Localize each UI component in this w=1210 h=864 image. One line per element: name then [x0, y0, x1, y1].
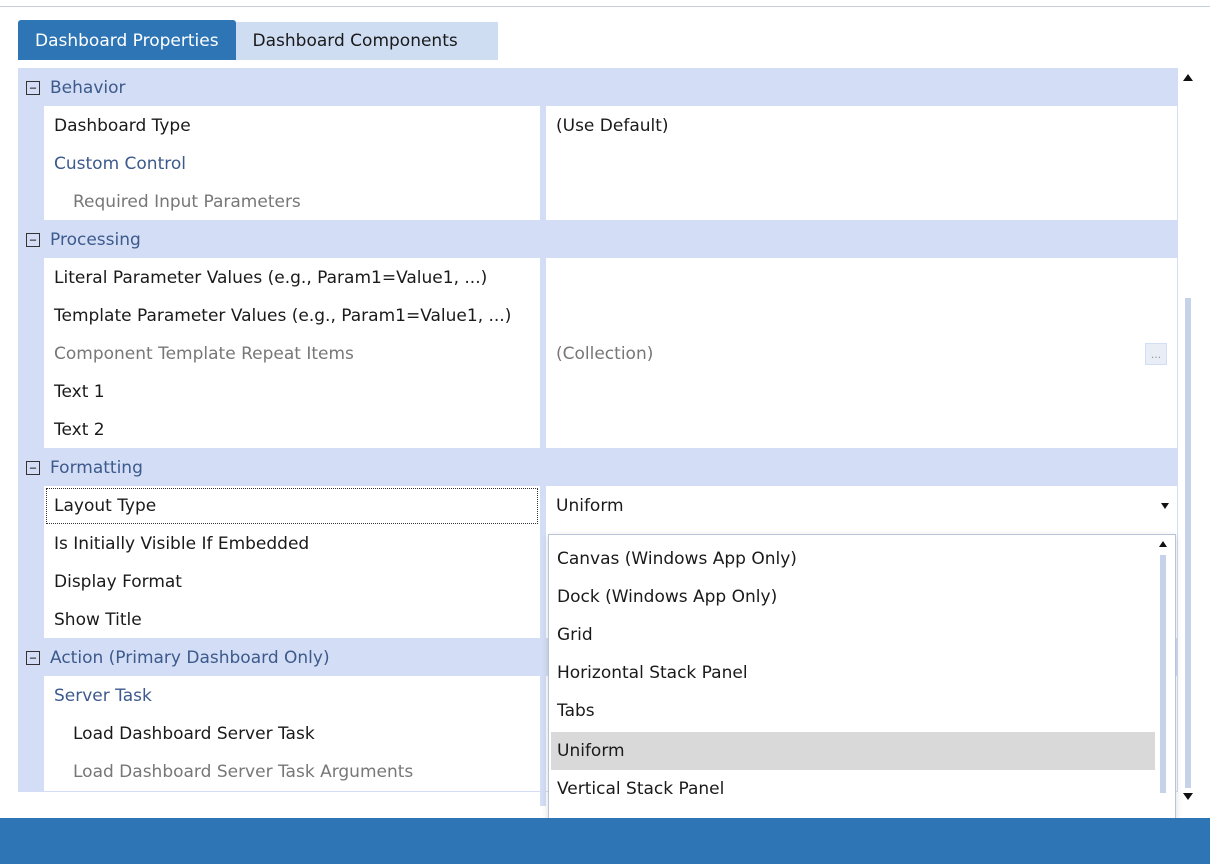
property-value-literal-parameter-values[interactable]: [546, 258, 1178, 298]
collapse-toggle-icon[interactable]: −: [26, 233, 40, 247]
category-processing[interactable]: − Processing: [18, 220, 1178, 260]
dropdown-arrow-icon[interactable]: [1161, 503, 1169, 509]
category-label: Action (Primary Dashboard Only): [50, 648, 330, 668]
column-splitter[interactable]: [540, 68, 546, 806]
category-formatting[interactable]: − Formatting: [18, 448, 1178, 488]
property-row-required-input-parameters[interactable]: Required Input Parameters: [18, 182, 1178, 222]
collapse-toggle-icon[interactable]: −: [26, 651, 40, 665]
collapse-toggle-icon[interactable]: −: [26, 461, 40, 475]
property-label: Template Parameter Values (e.g., Param1=…: [44, 296, 540, 336]
category-label: Formatting: [50, 458, 143, 478]
dropdown-scroll-up-icon[interactable]: [1159, 541, 1167, 547]
category-behavior[interactable]: − Behavior: [18, 68, 1178, 108]
subcategory-label: Custom Control: [44, 144, 540, 184]
dropdown-scrollbar-thumb[interactable]: [1160, 555, 1166, 793]
property-row-text-1[interactable]: Text 1: [18, 372, 1178, 412]
property-value-template-parameter-values[interactable]: [546, 296, 1178, 336]
property-row-dashboard-type[interactable]: Dashboard Type (Use Default): [18, 106, 1178, 146]
property-value-text-2[interactable]: [546, 410, 1178, 450]
dropdown-option[interactable]: Grid: [551, 616, 1155, 654]
footer-bar: [0, 818, 1210, 864]
top-divider: [0, 6, 1210, 7]
dropdown-option[interactable]: Dock (Windows App Only): [551, 578, 1155, 616]
dropdown-option[interactable]: Tabs: [551, 692, 1155, 730]
tab-strip: Dashboard Properties Dashboard Component…: [18, 20, 498, 60]
layout-type-value: Uniform: [556, 495, 624, 516]
tab-dashboard-properties[interactable]: Dashboard Properties: [18, 20, 236, 60]
property-row-custom-control[interactable]: Custom Control: [18, 144, 1178, 184]
property-value-custom-control[interactable]: [546, 144, 1178, 184]
property-label: Load Dashboard Server Task Arguments: [44, 752, 540, 792]
dropdown-option[interactable]: Vertical Stack Panel: [551, 770, 1155, 808]
dropdown-option[interactable]: Canvas (Windows App Only): [551, 540, 1155, 578]
property-label: Dashboard Type: [44, 106, 540, 146]
property-label: Required Input Parameters: [44, 182, 540, 222]
property-label: Layout Type: [44, 486, 540, 526]
property-label: Show Title: [44, 600, 540, 640]
property-label: Literal Parameter Values (e.g., Param1=V…: [44, 258, 540, 298]
property-label: Is Initially Visible If Embedded: [44, 524, 540, 564]
property-value-required-input-parameters[interactable]: [546, 182, 1178, 222]
scroll-down-arrow-icon[interactable]: [1183, 793, 1193, 800]
property-row-component-template-repeat-items[interactable]: Component Template Repeat Items (Collect…: [18, 334, 1178, 374]
property-row-layout-type[interactable]: Layout Type Uniform: [18, 486, 1178, 526]
property-value-text-1[interactable]: [546, 372, 1178, 412]
property-row-text-2[interactable]: Text 2: [18, 410, 1178, 450]
property-row-literal-parameter-values[interactable]: Literal Parameter Values (e.g., Param1=V…: [18, 258, 1178, 298]
subcategory-label: Server Task: [44, 676, 540, 716]
ellipsis-button[interactable]: ...: [1145, 343, 1167, 365]
property-label: Display Format: [44, 562, 540, 602]
category-label: Behavior: [50, 78, 126, 98]
dropdown-option-selected[interactable]: Uniform: [551, 732, 1155, 770]
property-value-dashboard-type[interactable]: (Use Default): [546, 106, 1178, 146]
collapse-toggle-icon[interactable]: −: [26, 81, 40, 95]
category-label: Processing: [50, 230, 141, 250]
scrollbar-thumb[interactable]: [1185, 298, 1191, 788]
dropdown-option[interactable]: Horizontal Stack Panel: [551, 654, 1155, 692]
scroll-up-arrow-icon[interactable]: [1183, 74, 1193, 81]
layout-type-select[interactable]: Uniform: [546, 486, 1178, 526]
property-grid-scrollbar[interactable]: [1178, 68, 1200, 806]
tab-dashboard-components[interactable]: Dashboard Components: [235, 22, 498, 60]
layout-type-dropdown-list: Canvas (Windows App Only) Dock (Windows …: [548, 534, 1176, 846]
property-row-template-parameter-values[interactable]: Template Parameter Values (e.g., Param1=…: [18, 296, 1178, 336]
property-value-collection: (Collection): [556, 343, 654, 364]
property-label: Text 2: [44, 410, 540, 450]
property-label: Text 1: [44, 372, 540, 412]
property-label: Component Template Repeat Items: [44, 334, 540, 374]
property-label: Load Dashboard Server Task: [44, 714, 540, 754]
